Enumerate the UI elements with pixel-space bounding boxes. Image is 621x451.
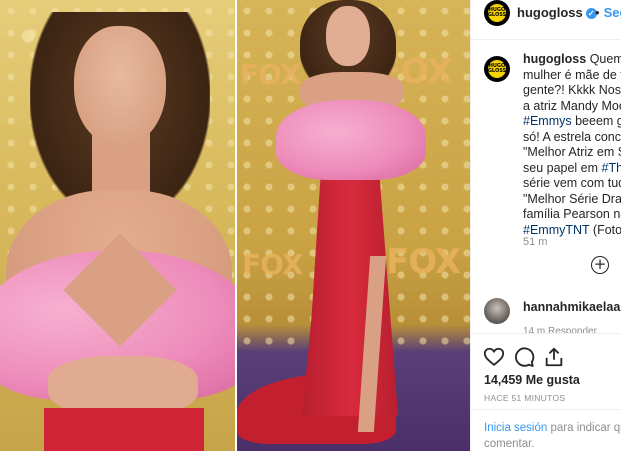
avatar-logo: HUGO GLOSS	[488, 60, 506, 78]
photo-panel-fullbody: FOX FOX FOX FOX	[236, 0, 470, 451]
hashtag-link[interactable]: #Emmys	[523, 114, 572, 128]
comment: hannahmikaelaa lindaaa	[523, 300, 621, 314]
backdrop-logo: FOX	[386, 242, 461, 282]
login-prompt: Inicia sesión para indicar que te gusta …	[471, 409, 621, 451]
red-dress	[44, 408, 204, 451]
post-username[interactable]: hugogloss ✓	[517, 5, 597, 20]
post-header: HUGO GLOSS hugogloss✓ •Seguir	[471, 0, 621, 40]
add-comment-icon[interactable]: +	[591, 256, 609, 274]
follow-button[interactable]: •Seguir	[595, 5, 621, 20]
post-sidebar: HUGO GLOSS hugogloss✓ •Seguir HUGO GLOSS…	[470, 0, 621, 451]
comment-icon[interactable]	[513, 346, 535, 368]
caption-username[interactable]: hugogloss	[523, 52, 586, 66]
comment-username[interactable]: hannahmikaelaa	[523, 300, 620, 314]
backdrop-logo: FOX	[240, 58, 302, 91]
avatar-logo: HUGO GLOSS	[488, 4, 506, 22]
post-caption: hugogloss Quem diria que essa mulher é m…	[523, 52, 621, 238]
heart-icon[interactable]	[483, 346, 505, 368]
caption-avatar[interactable]: HUGO GLOSS	[484, 56, 510, 82]
likes-count[interactable]: 14,459 Me gusta	[484, 373, 580, 387]
face	[326, 6, 370, 66]
login-link[interactable]: Inicia sesión	[484, 422, 547, 434]
action-bar: 14,459 Me gusta HACE 51 MINUTOS Inicia s…	[471, 333, 621, 451]
hashtag-link[interactable]: #EmmyTNT	[523, 223, 589, 237]
hashtag-link[interactable]: #ThisIsUs	[602, 161, 621, 175]
comment-avatar[interactable]	[484, 298, 510, 324]
post-timestamp[interactable]: HACE 51 MINUTOS	[484, 393, 565, 403]
caption-time[interactable]: 51 m	[523, 236, 547, 248]
post-photo[interactable]: FOX FOX FOX FOX	[0, 0, 470, 451]
share-icon[interactable]	[543, 346, 565, 368]
pink-ruffle	[276, 100, 426, 180]
photo-panel-portrait	[0, 0, 236, 451]
face	[74, 26, 166, 146]
hands	[48, 356, 198, 416]
backdrop-logo: FOX	[242, 248, 304, 281]
avatar[interactable]: HUGO GLOSS	[484, 0, 510, 26]
